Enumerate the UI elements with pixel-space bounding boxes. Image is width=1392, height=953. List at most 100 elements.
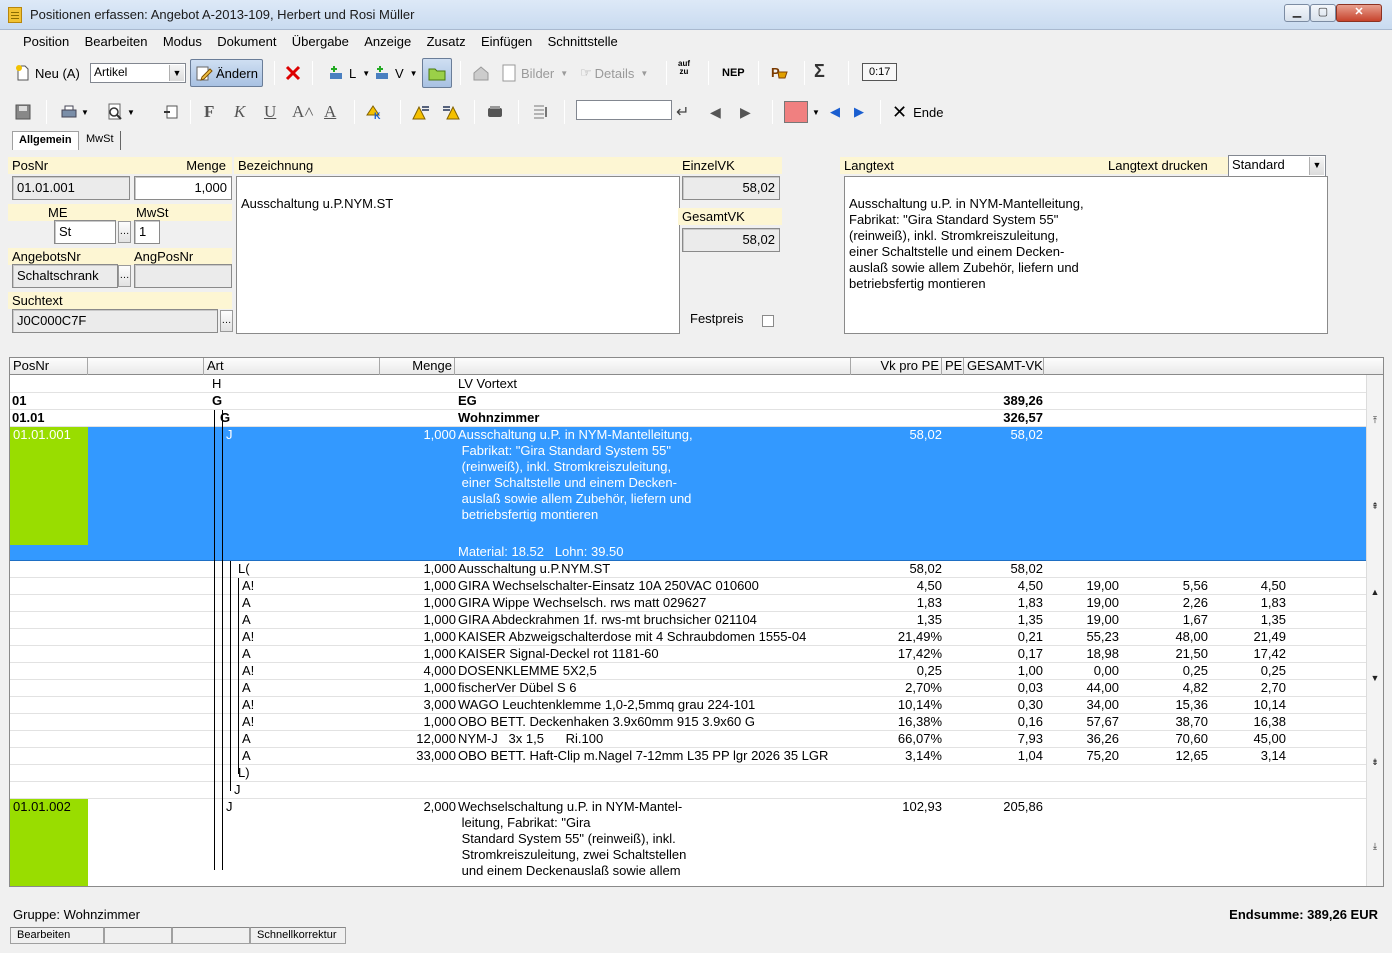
- font-color-button[interactable]: A: [324, 99, 336, 125]
- menge-field[interactable]: 1,000: [134, 176, 232, 200]
- header-gesamt-vk[interactable]: GESAMT-VK: [964, 358, 1044, 375]
- scroll-page-down-icon[interactable]: ⇟: [1369, 755, 1381, 769]
- pictures-button[interactable]: Bilder ▼: [500, 60, 568, 86]
- columns-button[interactable]: [532, 99, 553, 125]
- suchtext-field[interactable]: J0C000C7F: [12, 309, 218, 333]
- langtext-drucken-select[interactable]: Standard ▼: [1228, 155, 1326, 177]
- cell-text: fischerVer Dübel S 6: [458, 680, 577, 695]
- menu-einfuegen[interactable]: Einfügen: [476, 31, 537, 52]
- mwst-field[interactable]: 1: [134, 220, 160, 244]
- attach-button[interactable]: [162, 99, 183, 125]
- folder-button[interactable]: [422, 58, 452, 88]
- title-bar: Positionen erfassen: Angebot A-2013-109,…: [0, 0, 1392, 30]
- previous-button[interactable]: ◀: [710, 99, 721, 125]
- insert-l-button[interactable]: L ▼: [328, 60, 370, 86]
- nav-left-button[interactable]: ◀: [830, 99, 840, 125]
- scroll-page-up-icon[interactable]: ⇞: [1369, 499, 1381, 513]
- cell-c2: 12,65: [1175, 748, 1208, 763]
- me-picker-button[interactable]: …: [118, 221, 131, 243]
- menu-modus[interactable]: Modus: [158, 31, 207, 52]
- table-row[interactable]: H LV Vortext: [10, 376, 1367, 393]
- header-posnr[interactable]: PosNr: [10, 358, 88, 375]
- details-button[interactable]: ☞ Details ▼: [580, 60, 648, 86]
- print-button[interactable]: ▼: [60, 99, 89, 125]
- cell-ges: 326,57: [1003, 410, 1043, 425]
- menu-uebergabe[interactable]: Übergabe: [287, 31, 354, 52]
- menu-anzeige[interactable]: Anzeige: [359, 31, 416, 52]
- end-button[interactable]: ✕ Ende: [892, 99, 943, 125]
- angebotsnr-label: AngebotsNr: [12, 249, 81, 264]
- new-button[interactable]: Neu (A): [14, 60, 80, 86]
- cell-c3: 1,83: [1260, 595, 1286, 610]
- angposnr-field[interactable]: [134, 264, 232, 288]
- separator: [518, 100, 519, 124]
- cell-ges: 1,00: [1017, 663, 1043, 678]
- me-field[interactable]: St: [54, 220, 116, 244]
- grid-scrollbar[interactable]: ⤒ ⇞ ▲ ▼ ⇟ ⤓: [1366, 375, 1383, 886]
- delete-icon: [285, 65, 301, 81]
- font-size-button[interactable]: A˄: [292, 99, 314, 125]
- header-blank: [88, 358, 204, 375]
- menu-schnittstelle[interactable]: Schnittstelle: [543, 31, 623, 52]
- timer-display[interactable]: 0:17: [862, 63, 898, 81]
- close-button[interactable]: ✕: [1336, 4, 1382, 22]
- scroll-down-icon[interactable]: ▼: [1369, 671, 1381, 685]
- cell-c3: 17,42: [1253, 646, 1286, 661]
- menu-dokument[interactable]: Dokument: [212, 31, 281, 52]
- menu-position[interactable]: Position: [18, 31, 74, 52]
- separator: [460, 61, 461, 85]
- sum-button[interactable]: Σ: [814, 58, 825, 84]
- align-button-2[interactable]: [442, 99, 463, 125]
- bold-button[interactable]: F: [204, 99, 214, 125]
- maximize-button[interactable]: ▢: [1310, 4, 1336, 22]
- tab-mwst[interactable]: MwSt: [80, 131, 121, 150]
- table-row[interactable]: 01 G EG 389,26: [10, 393, 1367, 410]
- color-button[interactable]: ▼: [784, 99, 820, 125]
- nav-right-button[interactable]: ▶: [854, 99, 864, 125]
- catalog-button[interactable]: K: [366, 99, 387, 125]
- suchtext-picker-button[interactable]: …: [220, 310, 233, 332]
- cell-c2: [1140, 765, 1208, 781]
- positions-grid[interactable]: PosNr Art Menge Vk pro PE PE GESAMT-VK H…: [9, 357, 1384, 887]
- gesamtvk-field[interactable]: 58,02: [682, 228, 780, 252]
- tab-allgemein[interactable]: Allgemein: [12, 131, 79, 150]
- cell-c2: 21,50: [1175, 646, 1208, 661]
- next-button[interactable]: ▶: [740, 99, 751, 125]
- home-button[interactable]: [472, 60, 493, 86]
- header-pe[interactable]: PE: [942, 358, 964, 375]
- edit-button[interactable]: Ändern: [190, 59, 263, 87]
- italic-button[interactable]: K: [234, 99, 245, 125]
- festpreis-checkbox[interactable]: [762, 315, 774, 327]
- calculator-button[interactable]: [486, 99, 507, 125]
- header-vk-pro-pe[interactable]: Vk pro PE: [851, 358, 942, 375]
- scroll-bottom-icon[interactable]: ⤓: [1369, 839, 1381, 853]
- separator: [804, 61, 805, 85]
- menu-bearbeiten[interactable]: Bearbeiten: [80, 31, 153, 52]
- langtext-field[interactable]: Ausschaltung u.P. in NYM-Mantelleitung, …: [844, 176, 1328, 334]
- angebotsnr-picker-button[interactable]: …: [118, 265, 131, 287]
- nep-button[interactable]: NEP: [722, 60, 745, 86]
- type-select[interactable]: Artikel ▼: [90, 63, 186, 83]
- header-menge[interactable]: Menge: [380, 358, 455, 375]
- angebotsnr-field[interactable]: Schaltschrank: [12, 264, 118, 288]
- save-button[interactable]: [14, 99, 35, 125]
- align-button-1[interactable]: [412, 99, 433, 125]
- posnr-field[interactable]: 01.01.001: [12, 176, 130, 200]
- einzelvk-field[interactable]: 58,02: [682, 176, 780, 200]
- delete-button[interactable]: [284, 60, 305, 86]
- search-input[interactable]: [576, 100, 672, 120]
- scroll-up-icon[interactable]: ▲: [1369, 585, 1381, 599]
- header-art[interactable]: Art: [204, 358, 380, 375]
- menu-zusatz[interactable]: Zusatz: [422, 31, 471, 52]
- preview-button[interactable]: ▼: [106, 99, 135, 125]
- header-text[interactable]: [455, 358, 851, 375]
- tree-line: [222, 410, 223, 870]
- price-button[interactable]: P: [770, 60, 791, 86]
- bezeichnung-field[interactable]: Ausschaltung u.P.NYM.ST: [236, 176, 680, 334]
- sort-button[interactable]: auf zu: [678, 60, 690, 86]
- scroll-top-icon[interactable]: ⤒: [1369, 413, 1381, 427]
- insert-v-button[interactable]: V ▼: [374, 60, 418, 86]
- underline-button[interactable]: U: [264, 99, 276, 125]
- minimize-button[interactable]: ▁: [1284, 4, 1310, 22]
- enter-button[interactable]: ↵: [676, 99, 689, 125]
